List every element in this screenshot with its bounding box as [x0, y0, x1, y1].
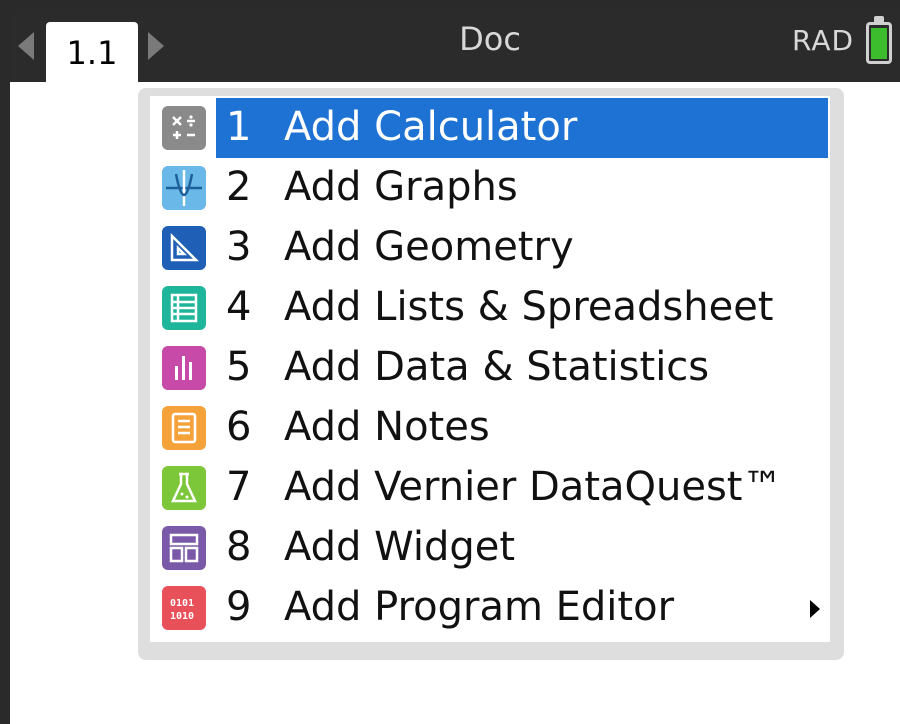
menu-item-number: 4	[226, 284, 252, 330]
svg-text:0101: 0101	[170, 598, 194, 609]
menu-item-number: 1	[226, 104, 252, 150]
menu-item-add-program-editor[interactable]: 0101 1010 9 Add Program Editor	[150, 578, 830, 636]
menu-item-add-vernier-dataquest[interactable]: 7 Add Vernier DataQuest™	[150, 458, 830, 516]
geometry-icon	[162, 226, 206, 270]
insert-menu: 1 Add Calculator 2 Add Graphs 3 Add Geom…	[150, 96, 830, 642]
menu-item-label: Add Graphs	[284, 164, 518, 210]
menu-item-add-lists-spreadsheet[interactable]: 4 Add Lists & Spreadsheet	[150, 278, 830, 336]
menu-item-label: Add Lists & Spreadsheet	[284, 284, 774, 330]
document-title: Doc	[459, 20, 521, 58]
dataquest-icon	[162, 466, 206, 510]
widget-icon	[162, 526, 206, 570]
menu-item-label: Add Vernier DataQuest™	[284, 464, 783, 510]
spreadsheet-icon	[162, 286, 206, 330]
menu-item-number: 8	[226, 524, 252, 570]
frame-left	[0, 0, 10, 724]
battery-level	[871, 28, 887, 59]
menu-item-number: 7	[226, 464, 252, 510]
calculator-icon	[162, 106, 206, 150]
menu-item-number: 6	[226, 404, 252, 450]
notes-icon	[162, 406, 206, 450]
page-tab-label: 1.1	[66, 34, 118, 72]
menu-item-label: Add Widget	[284, 524, 516, 570]
program-editor-icon: 0101 1010	[162, 586, 206, 630]
menu-item-add-graphs[interactable]: 2 Add Graphs	[150, 158, 830, 216]
frame-top	[0, 0, 900, 10]
menu-item-label: Add Notes	[284, 404, 490, 450]
menu-item-number: 3	[226, 224, 252, 270]
battery-icon	[866, 22, 892, 64]
previous-page-arrow-icon[interactable]	[18, 32, 34, 60]
menu-item-add-notes[interactable]: 6 Add Notes	[150, 398, 830, 456]
menu-item-add-calculator[interactable]: 1 Add Calculator	[150, 98, 830, 158]
menu-item-number: 2	[226, 164, 252, 210]
angle-mode-indicator: RAD	[792, 24, 855, 57]
graphs-icon	[162, 166, 206, 210]
statistics-icon	[162, 346, 206, 390]
menu-item-label: Add Program Editor	[284, 584, 675, 630]
menu-item-add-data-statistics[interactable]: 5 Add Data & Statistics	[150, 338, 830, 396]
page-tab[interactable]: 1.1	[46, 22, 138, 94]
menu-item-label: Add Data & Statistics	[284, 344, 710, 390]
svg-text:1010: 1010	[170, 611, 194, 622]
menu-item-number: 5	[226, 344, 252, 390]
menu-item-add-geometry[interactable]: 3 Add Geometry	[150, 218, 830, 276]
menu-item-label: Add Geometry	[284, 224, 574, 270]
menu-item-add-widget[interactable]: 8 Add Widget	[150, 518, 830, 576]
menu-item-label: Add Calculator	[284, 104, 578, 150]
menu-item-number: 9	[226, 584, 252, 630]
next-page-arrow-icon[interactable]	[148, 32, 164, 60]
submenu-arrow-icon[interactable]	[810, 600, 820, 618]
